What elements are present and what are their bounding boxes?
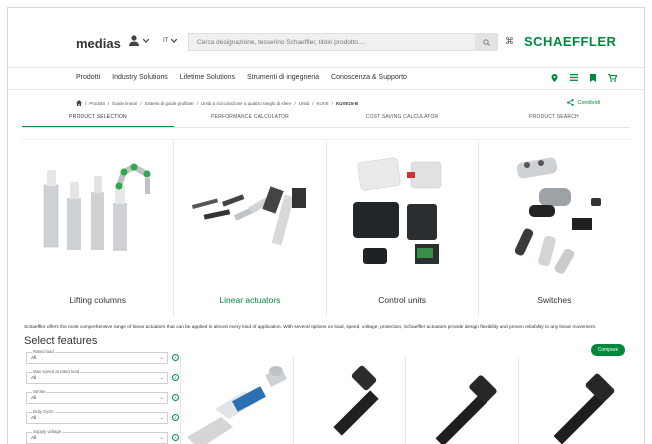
category-control-units[interactable]: Control units <box>327 140 479 317</box>
info-icon[interactable]: i <box>172 434 179 441</box>
tab-performance-calculator[interactable]: PERFORMANCE CALCULATOR <box>174 114 326 127</box>
filter-supply-voltage[interactable]: Supply voltage All ⌄ <box>26 429 168 444</box>
product-results <box>180 357 630 444</box>
nav-item-prodotti[interactable]: Prodotti <box>76 74 100 81</box>
breadcrumb-current: KUVE15-B <box>336 100 359 106</box>
category-linear-actuators[interactable]: Linear actuators <box>174 140 327 317</box>
compare-icon[interactable]: ⌘ <box>505 36 514 47</box>
category-label: Control units <box>378 295 426 305</box>
chevron-down-icon: ⌄ <box>159 375 164 381</box>
filter-label: Max speed at rated load <box>32 369 81 374</box>
user-icon <box>129 35 139 46</box>
chevron-down-icon <box>143 38 149 43</box>
info-icon[interactable]: i <box>172 394 179 401</box>
filter-value: All <box>31 376 37 381</box>
product-image <box>553 373 614 444</box>
search-placeholder: Cerca designazione, tesserino Schaeffler… <box>197 39 366 46</box>
schaeffler-logo[interactable]: SCHAEFFLER <box>524 34 616 49</box>
category-label: Switches <box>537 295 572 305</box>
filter-label: Supply voltage <box>32 429 63 434</box>
breadcrumb-item[interactable]: Guide lineari <box>112 101 137 106</box>
breadcrumb-item[interactable]: Unità <box>299 101 310 106</box>
language-selector[interactable]: IT <box>163 38 178 44</box>
breadcrumb-item[interactable]: KUVE <box>316 101 328 106</box>
breadcrumb-item[interactable]: Sistemi di guide profilate <box>145 101 194 106</box>
location-pin-icon[interactable] <box>551 74 558 82</box>
filter-stroke[interactable]: Stroke All ⌄ <box>26 389 168 404</box>
product-card[interactable] <box>180 357 293 444</box>
medias-logo[interactable]: medias <box>76 36 121 51</box>
category-grid: Lifting columns Linear actuators Control… <box>22 139 630 317</box>
tab-product-selection[interactable]: PRODUCT SELECTION <box>22 114 174 127</box>
search-icon <box>482 38 490 46</box>
product-image <box>187 366 287 444</box>
product-card[interactable] <box>405 357 518 444</box>
control-units-image <box>352 157 441 264</box>
filter-value: All <box>31 436 37 441</box>
chevron-down-icon: ⌄ <box>159 435 164 441</box>
list-icon[interactable] <box>570 74 578 81</box>
cart-icon[interactable] <box>608 74 617 82</box>
lifting-columns-image <box>43 163 151 251</box>
share-label: Condividi <box>577 99 600 106</box>
product-card[interactable] <box>292 357 406 444</box>
info-icon[interactable]: i <box>172 374 179 381</box>
nav-item-industry-solutions[interactable]: Industry Solutions <box>112 74 168 81</box>
category-switches[interactable]: Switches <box>479 140 630 317</box>
search-input[interactable]: Cerca designazione, tesserino Schaeffler… <box>188 33 498 51</box>
info-icon[interactable]: i <box>172 414 179 421</box>
tab-cost-saving-calculator[interactable]: COST SAVING CALCULATOR <box>326 114 478 127</box>
select-features-heading: Select features <box>24 335 98 347</box>
category-label: Linear actuators <box>219 295 281 305</box>
chevron-down-icon <box>171 39 178 43</box>
breadcrumb: / Prodotti / Guide lineari / Sistemi di gui… <box>76 100 358 106</box>
filter-value: All <box>31 356 37 361</box>
chevron-down-icon: ⌄ <box>159 355 164 361</box>
user-menu[interactable] <box>128 35 149 46</box>
filter-label: Rated load <box>32 349 55 354</box>
home-icon[interactable] <box>76 100 82 106</box>
category-lifting-columns[interactable]: Lifting columns <box>22 140 175 317</box>
product-image <box>332 365 379 436</box>
compare-button[interactable]: Compare <box>591 344 625 356</box>
share-button[interactable]: Condividi <box>567 99 600 106</box>
filter-label: Duty Cycle <box>32 409 55 414</box>
intro-text: Schaeffler offers the most comprehensive… <box>24 325 597 330</box>
breadcrumb-item[interactable]: Unità a ricircolazione a quattro ranghi … <box>201 101 292 106</box>
nav-item-conoscenza[interactable]: Conoscenza & Supporto <box>331 74 407 81</box>
category-label: Lifting columns <box>69 295 126 305</box>
bookmark-icon[interactable] <box>590 74 596 82</box>
language-label: IT <box>163 38 169 44</box>
info-icon[interactable]: i <box>172 354 179 361</box>
filter-value: All <box>31 416 37 421</box>
tab-bar: PRODUCT SELECTION PERFORMANCE CALCULATOR… <box>22 114 630 128</box>
filter-max-speed[interactable]: Max speed at rated load All ⌄ <box>26 369 168 384</box>
filter-label: Stroke <box>32 389 47 394</box>
nav-item-strumenti[interactable]: Strumenti di ingegneria <box>247 74 319 81</box>
filter-rated-load[interactable]: Rated load All ⌄ <box>26 349 168 364</box>
filter-duty-cycle[interactable]: Duty Cycle All ⌄ <box>26 409 168 424</box>
product-card[interactable] <box>517 357 631 444</box>
filter-value: All <box>31 396 37 401</box>
share-icon <box>567 99 575 106</box>
switches-image <box>514 157 601 274</box>
nav-item-lifetime-solutions[interactable]: Lifetime Solutions <box>180 74 235 81</box>
product-image <box>435 375 497 444</box>
search-button[interactable] <box>475 34 497 50</box>
tab-product-search[interactable]: PRODUCT SEARCH <box>478 114 630 127</box>
breadcrumb-item[interactable]: Prodotti <box>89 101 105 106</box>
page: medias IT Cerca designazione, tesserino … <box>7 7 645 444</box>
linear-actuators-image <box>192 186 307 246</box>
main-nav: Prodotti Industry Solutions Lifetime Sol… <box>8 68 644 90</box>
chevron-down-icon: ⌄ <box>159 395 164 401</box>
top-header: medias IT Cerca designazione, tesserino … <box>8 8 644 68</box>
chevron-down-icon: ⌄ <box>159 415 164 421</box>
